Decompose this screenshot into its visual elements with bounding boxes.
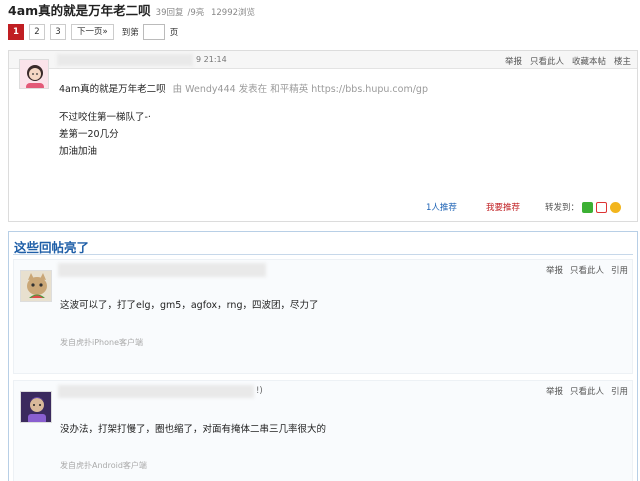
weibo-share-icon[interactable] xyxy=(596,201,608,213)
my-recommend-button[interactable]: 我要推荐 xyxy=(486,201,520,213)
avatar[interactable] xyxy=(19,59,49,89)
next-page-button[interactable]: 下一页» xyxy=(71,24,114,40)
page-suffix: 页 xyxy=(169,28,179,38)
redacted-username xyxy=(58,385,254,398)
main-post: 9 21:14 举报 只看此人 收藏本帖 楼主 4am真的就是万年老二呗 由 W… xyxy=(8,50,638,222)
cat-avatar-icon xyxy=(21,271,51,301)
reply-text: 这波可以了，打了elg，gm5，agfox，rng，四波团，尽力了 xyxy=(60,300,319,311)
report-link[interactable]: 举报 xyxy=(505,55,522,67)
floor-label: 楼主 xyxy=(613,57,631,67)
post-body-line: 加油加油 xyxy=(59,146,98,157)
only-this-user-link[interactable]: 只看此人 xyxy=(570,385,604,397)
highlight-replies-section: 这些回帖亮了 举报 只看此人 引用 这波可以了，打了elg，gm5，agfox，… xyxy=(8,231,638,481)
redacted-username xyxy=(58,263,266,277)
page-1-button[interactable]: 1 xyxy=(8,24,24,40)
quote-link[interactable]: 引用 xyxy=(611,264,628,276)
qzone-share-icon[interactable] xyxy=(610,201,622,213)
reply-source[interactable]: 发自虎扑Android客户端 xyxy=(60,460,147,471)
reply-source[interactable]: 发自虎扑iPhone客户端 xyxy=(60,337,143,348)
recommend-count[interactable]: 1人推荐 xyxy=(426,201,457,213)
post-meta: 由 Wendy444 发表在 和平精英 https://bbs.hupu.com… xyxy=(172,84,428,95)
only-this-user-link[interactable]: 只看此人 xyxy=(570,264,604,276)
page-3-button[interactable]: 3 xyxy=(50,24,66,40)
share-bar: 转发到： xyxy=(545,201,622,213)
quote-link[interactable]: 引用 xyxy=(611,385,628,397)
reply-count: 39回复 xyxy=(155,8,184,18)
only-this-user-link[interactable]: 只看此人 xyxy=(530,55,564,67)
divider xyxy=(13,254,633,255)
report-link[interactable]: 举报 xyxy=(546,385,563,397)
post-title: 4am真的就是万年老二呗 xyxy=(59,84,166,95)
post-header-bar: 9 21:14 举报 只看此人 收藏本帖 楼主 xyxy=(9,51,637,69)
thread-title: 4am真的就是万年老二呗 xyxy=(8,3,151,18)
reply-actions: 举报 只看此人 引用 xyxy=(539,264,628,276)
reply-item: !) 举报 只看此人 引用 没办法，打架打慢了，圈也缩了，对面有掩体二串三几率很… xyxy=(13,380,633,481)
favorite-link[interactable]: 收藏本帖 xyxy=(572,55,606,67)
reply-item: 举报 只看此人 引用 这波可以了，打了elg，gm5，agfox，rng，四波团… xyxy=(13,259,633,374)
reply-actions: 举报 只看此人 引用 xyxy=(539,385,628,397)
redacted-username xyxy=(57,54,193,66)
pagination: 1 2 3 下一页» 到第 页 xyxy=(8,24,178,40)
post-time: 9 21:14 xyxy=(196,55,227,64)
light-count: /9亮 xyxy=(187,8,205,18)
girl-avatar-icon xyxy=(20,60,48,88)
post-body-line: 差第一20几分 xyxy=(59,129,119,140)
report-link[interactable]: 举报 xyxy=(546,264,563,276)
thread-stats: 39回复/9亮 12992浏览 xyxy=(156,6,259,18)
post-title-line: 4am真的就是万年老二呗 由 Wendy444 发表在 和平精英 https:/… xyxy=(59,81,428,95)
post-body: 不过咬住第一梯队了-· 差第一20几分 加油加油 xyxy=(59,109,151,160)
avatar[interactable] xyxy=(20,391,52,423)
post-actions: 举报 只看此人 收藏本帖 楼主 xyxy=(497,55,631,67)
character-avatar-icon xyxy=(21,392,51,422)
share-label: 转发到： xyxy=(545,203,580,213)
wechat-share-icon[interactable] xyxy=(582,201,594,213)
post-body-line: 不过咬住第一梯队了-· xyxy=(59,112,151,123)
jump-label: 到第 xyxy=(121,28,139,38)
page-jump-input[interactable] xyxy=(142,24,165,40)
view-count: 12992浏览 xyxy=(210,8,256,18)
username-tail: !) xyxy=(256,386,263,396)
page-2-button[interactable]: 2 xyxy=(29,24,45,40)
avatar[interactable] xyxy=(20,270,52,302)
reply-text: 没办法，打架打慢了，圈也缩了，对面有掩体二串三几率很大的 xyxy=(60,424,327,435)
thread-header: 4am真的就是万年老二呗 39回复/9亮 12992浏览 xyxy=(8,0,259,18)
